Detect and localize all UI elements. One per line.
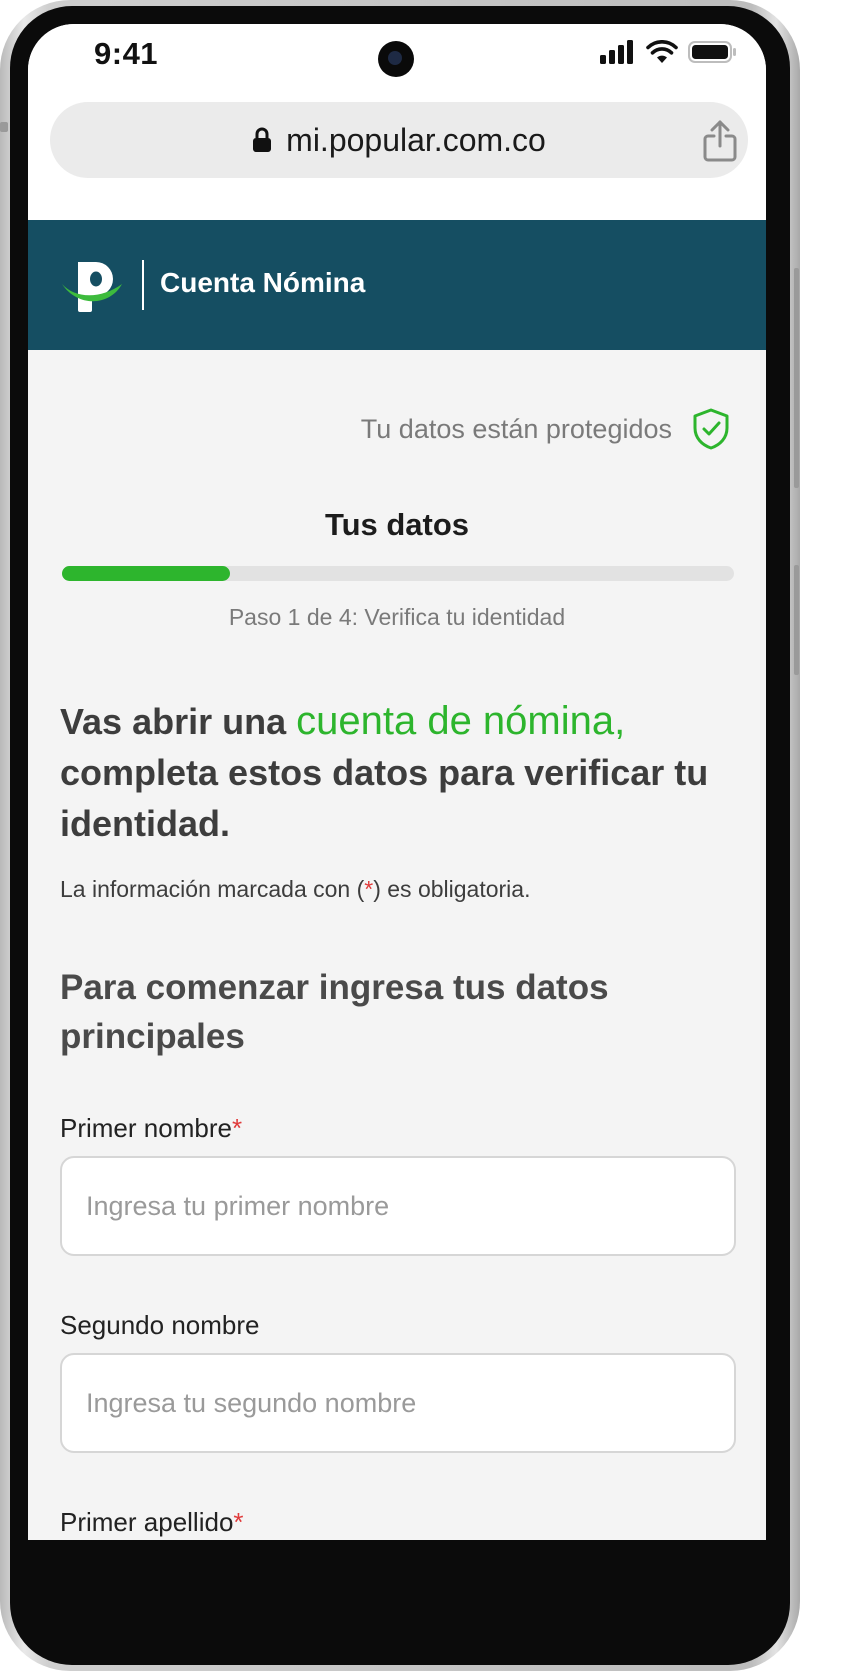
shield-check-icon xyxy=(693,408,729,450)
page-title: Tus datos xyxy=(324,507,470,542)
step-indicator: Paso 1 de 4: Verifica tu identidad xyxy=(228,604,566,630)
first-name-input[interactable] xyxy=(60,1156,736,1256)
battery-icon xyxy=(688,41,736,63)
browser-toolbar: mi.popular.com.co xyxy=(28,102,766,220)
required-note-after: ) es obligatoria. xyxy=(373,876,531,902)
url-text: mi.popular.com.co xyxy=(286,121,546,158)
header-title: Cuenta Nómina xyxy=(160,267,366,298)
app-header: Cuenta Nómina xyxy=(28,220,766,350)
data-protected-text: Tu datos están protegidos xyxy=(360,413,672,444)
data-protected-notice: Tu datos están protegidos xyxy=(361,408,730,450)
screen: 9:41 mi.popular.com.co Cuenta Nómina Tu … xyxy=(28,24,766,1540)
status-icons xyxy=(600,40,738,64)
cellular-signal-icon xyxy=(600,40,633,64)
intro-suffix: completa estos datos para verificar tu i… xyxy=(60,752,709,844)
form-heading: Para comenzar ingresa tus datos principa… xyxy=(60,968,609,1056)
wifi-icon xyxy=(646,40,678,63)
progress-bar xyxy=(62,566,734,581)
phone-side-button xyxy=(0,122,8,132)
first-surname-label: Primer apellido* xyxy=(60,1507,244,1538)
second-name-input[interactable] xyxy=(60,1353,736,1453)
share-icon[interactable] xyxy=(702,119,738,163)
front-camera xyxy=(378,41,414,77)
intro-heading: Vas abrir una cuenta de nómina, completa… xyxy=(60,696,740,849)
intro-prefix: Vas abrir una xyxy=(60,701,297,742)
lock-icon xyxy=(253,127,272,152)
intro-accent: cuenta de nómina, xyxy=(296,699,626,743)
required-asterisk: * xyxy=(233,1507,244,1537)
first-name-label: Primer nombre* xyxy=(60,1113,242,1144)
second-name-label: Segundo nombre xyxy=(60,1310,259,1341)
required-asterisk: * xyxy=(364,876,374,902)
status-time: 9:41 xyxy=(94,36,159,71)
status-bar: 9:41 xyxy=(28,24,766,102)
progress-bar-fill xyxy=(62,566,230,581)
phone-side-button xyxy=(794,565,799,675)
required-asterisk: * xyxy=(231,1113,243,1143)
required-fields-note: La información marcada con (*) es obliga… xyxy=(60,876,530,903)
required-note-before: La información marcada con ( xyxy=(60,876,365,902)
address-bar[interactable]: mi.popular.com.co xyxy=(50,102,748,178)
phone-bottom-bezel xyxy=(28,1540,766,1568)
banco-popular-logo-icon[interactable] xyxy=(60,258,126,314)
first-surname-label-text: Primer apellido xyxy=(60,1507,234,1537)
phone-side-button xyxy=(794,268,799,488)
second-name-label-text: Segundo nombre xyxy=(60,1310,260,1340)
first-name-label-text: Primer nombre xyxy=(60,1113,232,1143)
header-divider xyxy=(142,260,144,310)
